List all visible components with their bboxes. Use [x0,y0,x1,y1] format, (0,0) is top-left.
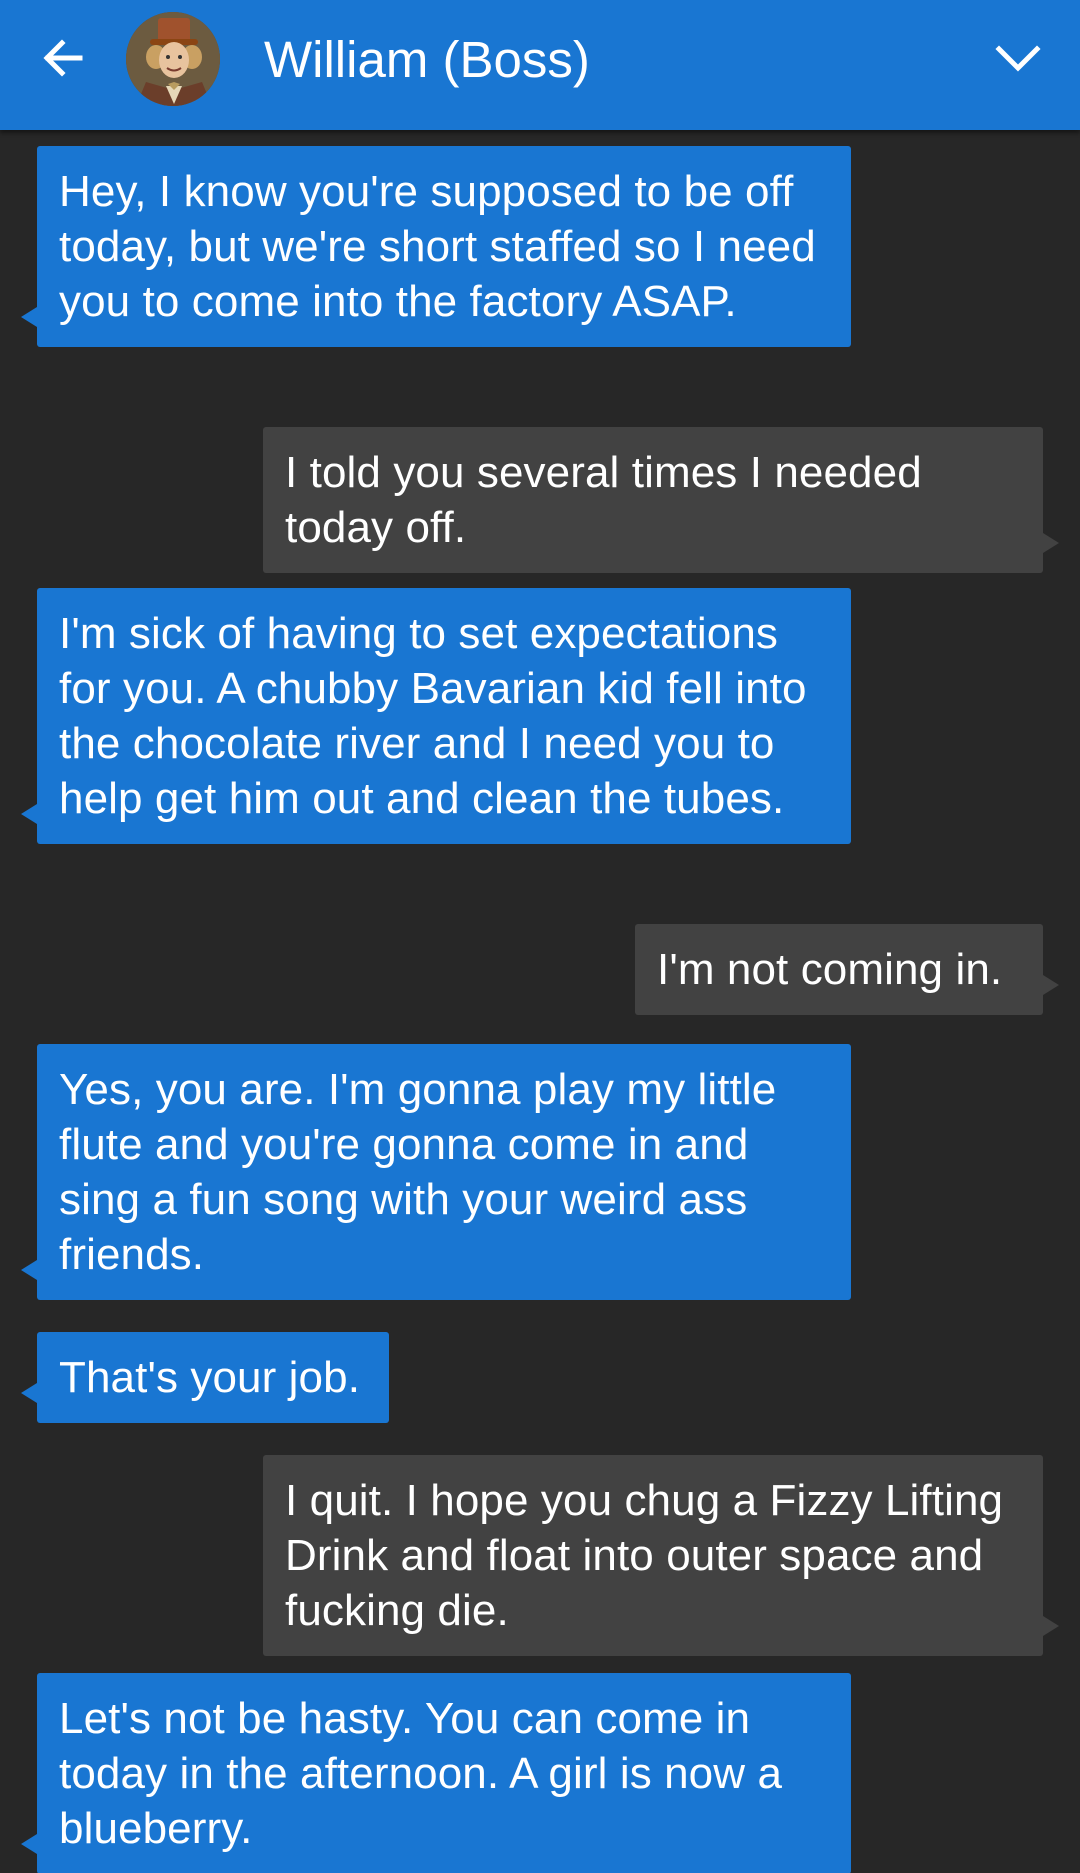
message-incoming[interactable]: I'm sick of having to set expectations f… [21,588,851,844]
message-outgoing[interactable]: I quit. I hope you chug a Fizzy Lifting … [263,1455,1059,1656]
message-outgoing[interactable]: I told you several times I needed today … [263,427,1059,573]
message-incoming[interactable]: That's your job. [21,1332,389,1423]
message-text: Yes, you are. I'm gonna play my little f… [59,1065,777,1279]
conversation-header: William (Boss) [0,0,1080,130]
avatar[interactable] [126,12,220,106]
message-text: I'm not coming in. [657,945,1003,994]
message-text: That's your job. [59,1353,361,1402]
contact-name: William (Boss) [264,31,590,88]
message-text: I'm sick of having to set expectations f… [59,609,807,823]
message-incoming[interactable]: Yes, you are. I'm gonna play my little f… [21,1044,851,1300]
arrow-left-icon[interactable] [36,30,92,86]
message-incoming[interactable]: Let's not be hasty. You can come in toda… [21,1673,851,1873]
message-text: Hey, I know you're supposed to be off to… [59,167,816,326]
message-text: Let's not be hasty. You can come in toda… [59,1694,783,1853]
message-thread[interactable]: Hey, I know you're supposed to be off to… [0,130,1080,1873]
message-text: I quit. I hope you chug a Fizzy Lifting … [285,1476,1004,1635]
message-incoming[interactable]: Hey, I know you're supposed to be off to… [21,146,851,347]
message-text: I told you several times I needed today … [285,448,922,552]
message-outgoing[interactable]: I'm not coming in. [635,924,1059,1015]
contact-photo [126,12,220,106]
chevron-down-icon[interactable] [990,30,1046,86]
